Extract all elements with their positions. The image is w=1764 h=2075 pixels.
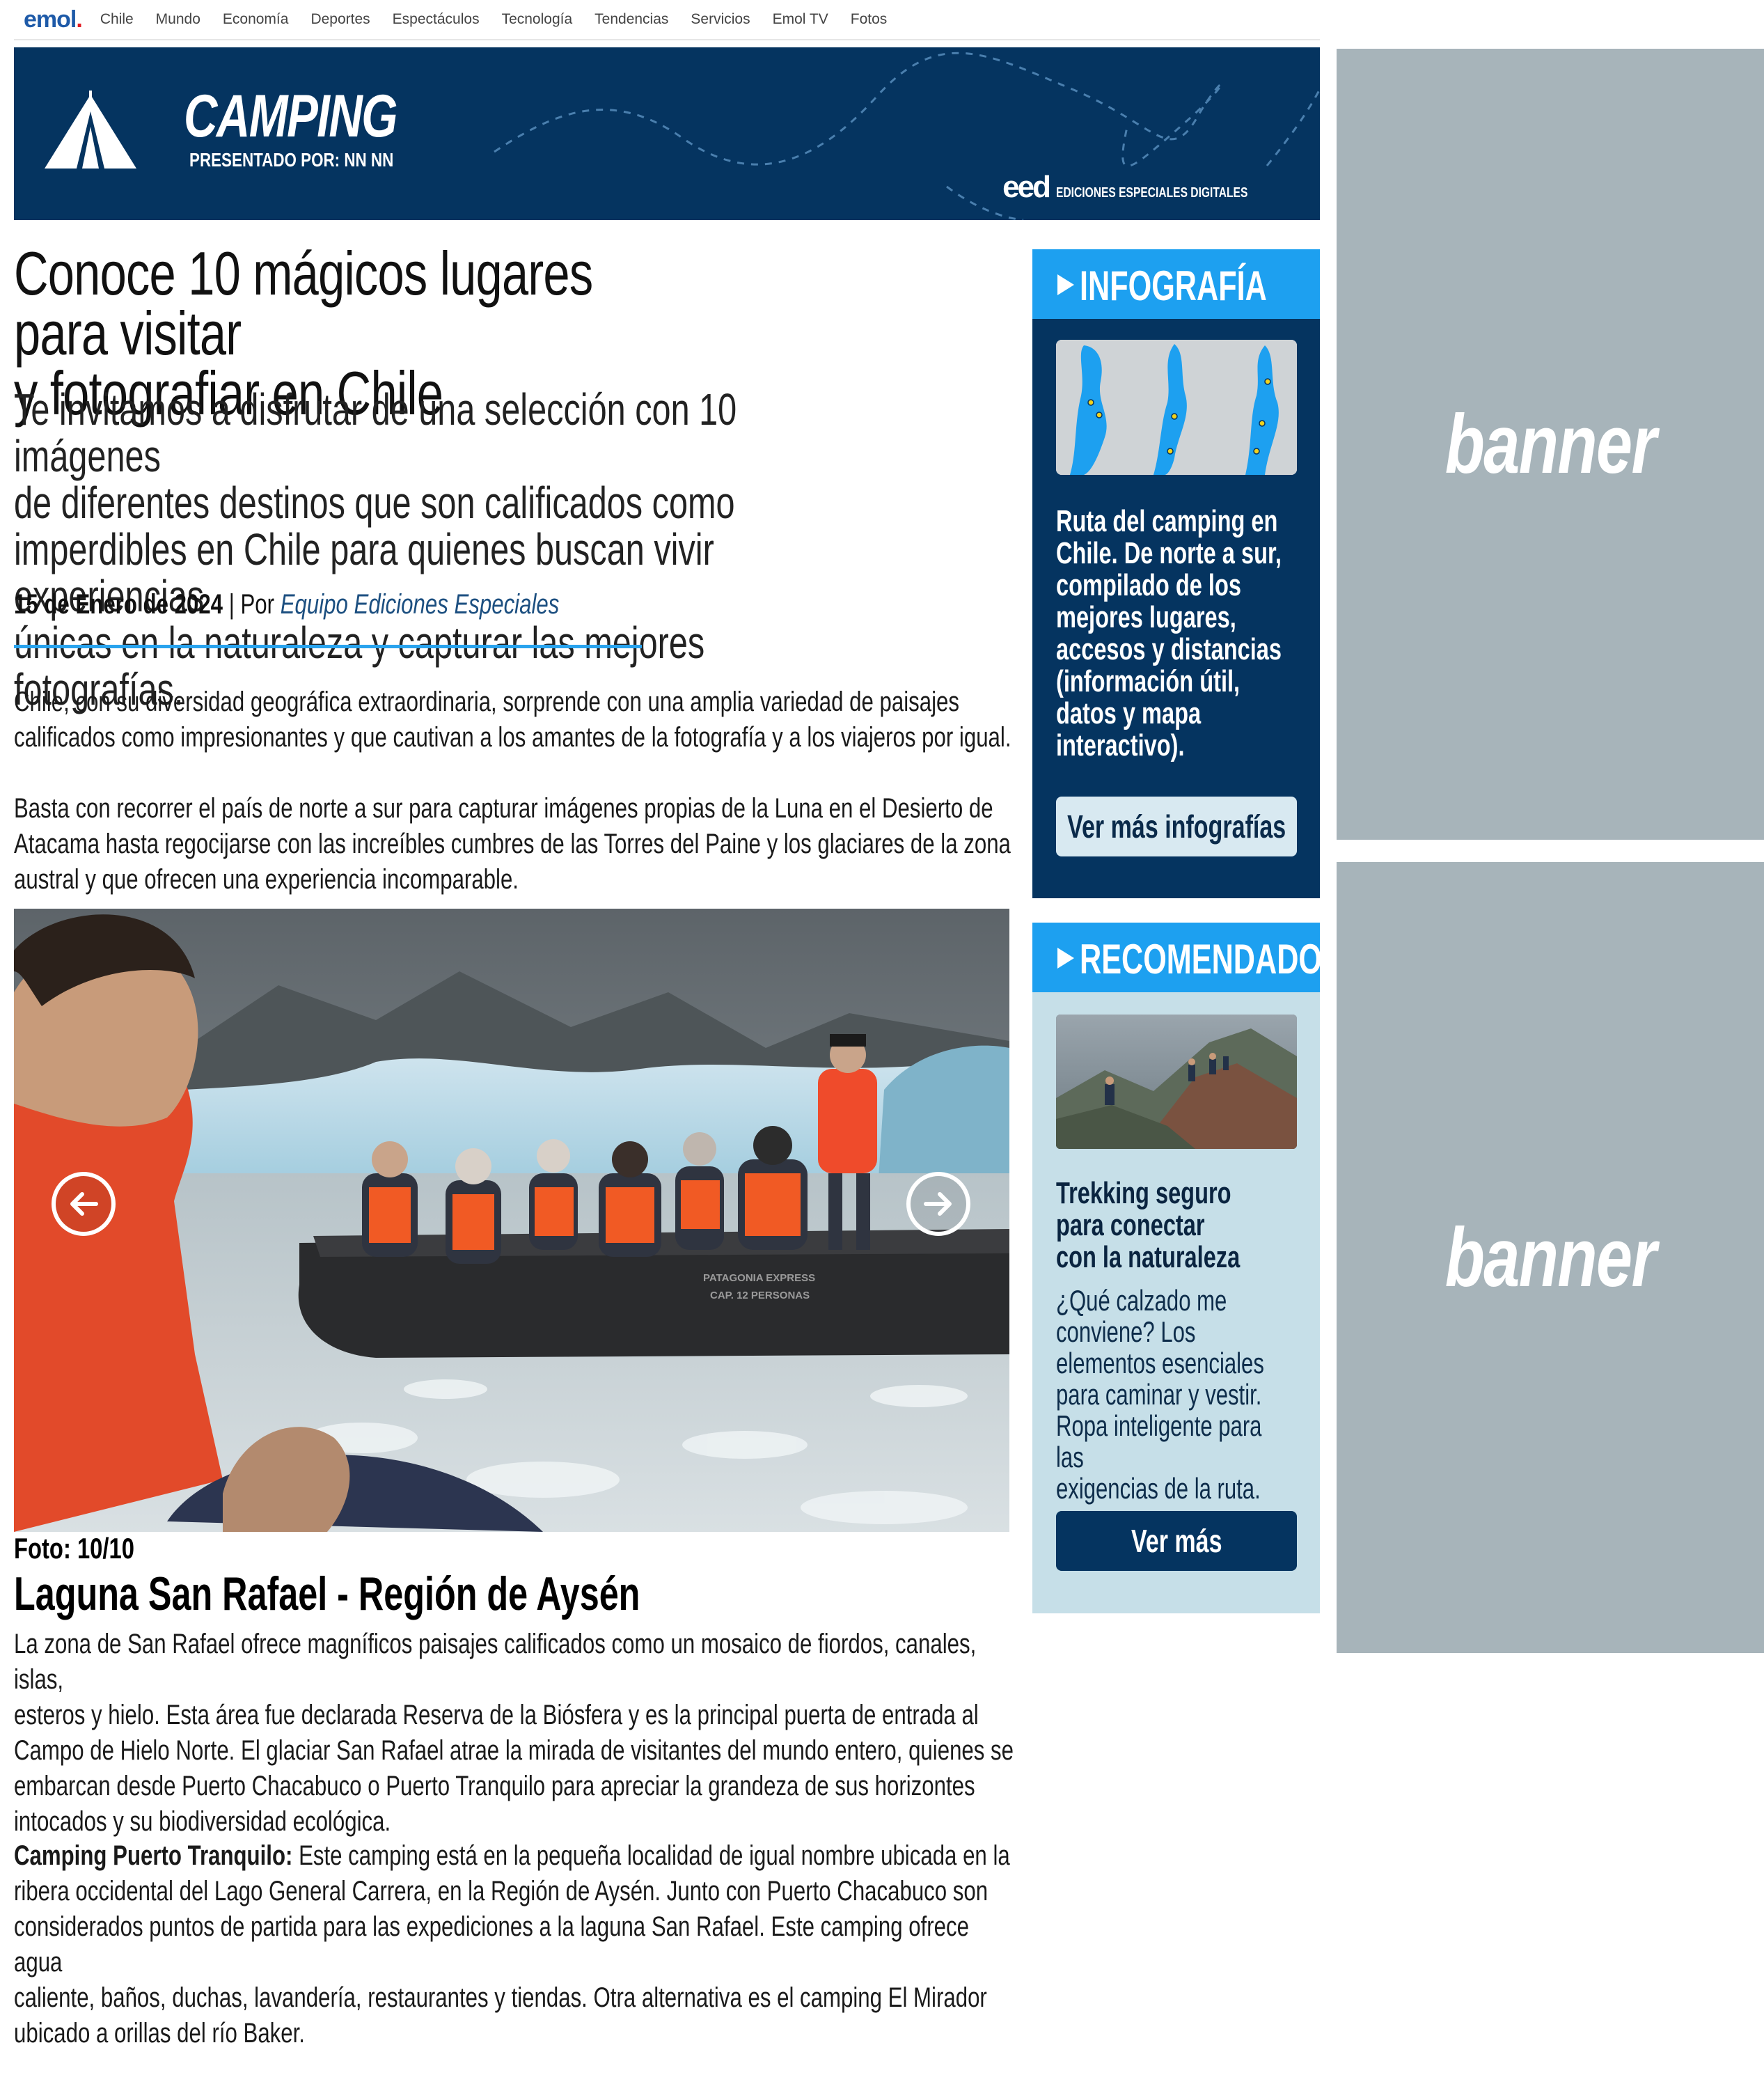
play-triangle-icon (1057, 274, 1074, 295)
presented-by: PRESENTADO POR: NN NN (189, 149, 394, 171)
next-photo-button[interactable] (906, 1172, 970, 1236)
top-navigation: emol. Chile Mundo Economía Deportes Espe… (14, 0, 1320, 40)
camping-header-banner: CAMPING PRESENTADO POR: NN NN eed EDICIO… (14, 47, 1320, 220)
see-more-button[interactable]: Ver más (1056, 1511, 1297, 1571)
title-divider (14, 645, 642, 648)
tent-icon (45, 91, 136, 169)
nav-item-emol-tv[interactable]: Emol TV (773, 11, 828, 28)
boat-capacity: CAP. 12 PERSONAS (710, 1290, 810, 1301)
nav-item-servicios[interactable]: Servicios (691, 11, 750, 28)
nav-item-chile[interactable]: Chile (100, 11, 134, 28)
recommended-title[interactable]: Trekking seguro para conectar con la nat… (1056, 1177, 1293, 1274)
trekking-photo (1056, 1015, 1297, 1149)
nav-item-espectaculos[interactable]: Espectáculos (393, 11, 480, 28)
nav-item-economia[interactable]: Economía (223, 11, 289, 28)
nav-item-tecnologia[interactable]: Tecnología (502, 11, 573, 28)
infografia-header: INFOGRAFÍA (1032, 249, 1320, 319)
camping-label: Camping Puerto Tranquilo: (14, 1840, 293, 1871)
section-title: CAMPING (184, 83, 397, 150)
camping-paragraph: Camping Puerto Tranquilo: Este camping e… (14, 1840, 1010, 2049)
nav-item-mundo[interactable]: Mundo (156, 11, 200, 28)
play-triangle-icon (1057, 948, 1074, 969)
infografia-box: INFOGRAFÍA Ruta del camping en Chile. De… (1032, 249, 1320, 898)
emol-logo[interactable]: emol. (24, 6, 83, 33)
gallery-photo[interactable]: PATAGONIA EXPRESS CAP. 12 PERSONAS (14, 909, 1009, 1532)
trekking-thumbnail[interactable] (1056, 1015, 1297, 1149)
author-link[interactable]: Equipo Ediciones Especiales (281, 589, 560, 620)
arrow-right-icon (924, 1192, 952, 1216)
photo-title: Laguna San Rafael - Región de Aysén (14, 1567, 640, 1620)
recomendado-box: RECOMENDADO Trekking seguro para conecta… (1032, 923, 1322, 1613)
boat-label: PATAGONIA EXPRESS (703, 1272, 815, 1284)
photo-counter: Foto: 10/10 (14, 1532, 134, 1565)
ad-banner-bottom[interactable]: banner (1337, 862, 1764, 1653)
map-icon (1056, 340, 1297, 475)
publish-date: 15 de Enero de 2024 (14, 589, 223, 620)
more-infographics-button[interactable]: Ver más infografías (1056, 797, 1297, 856)
photo-description: La zona de San Rafael ofrece magníficos … (14, 1629, 1014, 1837)
previous-photo-button[interactable] (52, 1172, 116, 1236)
ad-banner-top[interactable]: banner (1337, 49, 1764, 840)
byline: 15 de Enero de 2024 | Por Equipo Edicion… (14, 589, 560, 620)
eed-logo[interactable]: eed EDICIONES ESPECIALES DIGITALES (1002, 170, 1302, 205)
nav-item-fotos[interactable]: Fotos (851, 11, 888, 28)
intro-paragraph-1: Chile, con su diversidad geográfica extr… (14, 687, 1011, 753)
intro-paragraph-2: Basta con recorrer el país de norte a su… (14, 793, 1011, 895)
glacier-boat-photo: PATAGONIA EXPRESS CAP. 12 PERSONAS (14, 909, 1009, 1532)
infografia-description: Ruta del camping en Chile. De norte a su… (1056, 504, 1282, 762)
chile-map-thumbnail[interactable] (1056, 340, 1297, 475)
recommended-description: ¿Qué calzado me conviene? Los elementos … (1056, 1284, 1264, 1505)
nav-item-tendencias[interactable]: Tendencias (594, 11, 668, 28)
nav-item-deportes[interactable]: Deportes (310, 11, 370, 28)
recomendado-header: RECOMENDADO (1032, 923, 1322, 992)
article-subtitle: Te invitamos a disfrutar de una selecció… (14, 384, 737, 714)
arrow-left-icon (70, 1192, 98, 1216)
